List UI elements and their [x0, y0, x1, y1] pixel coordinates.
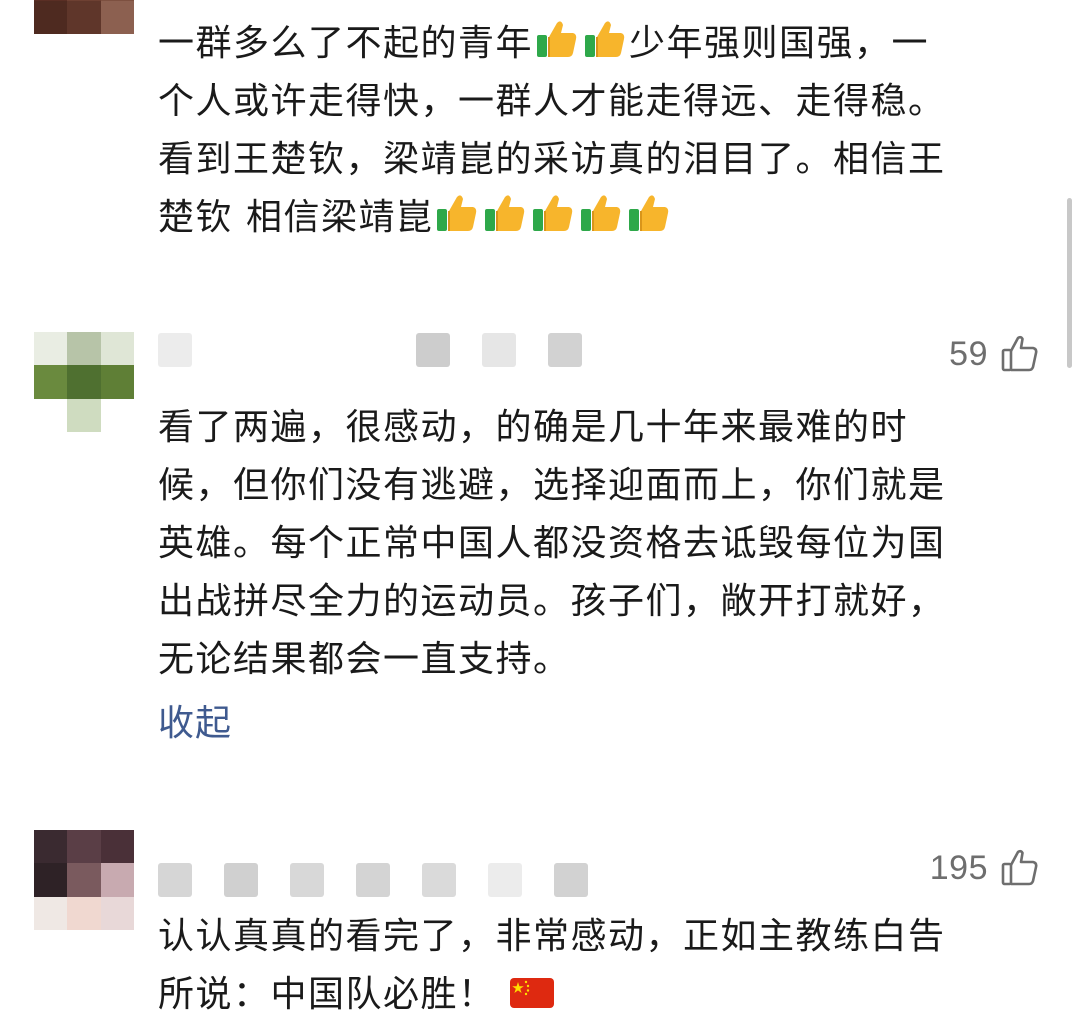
comment-line: 一群多么了不起的青年 少年强则国强，一	[158, 15, 1038, 73]
thumbs-up-emoji	[437, 195, 477, 231]
like-button[interactable]: 59	[949, 334, 1040, 374]
collapse-link[interactable]: 收起	[158, 694, 232, 746]
thumbs-up-emoji	[581, 195, 621, 231]
thumbs-up-emoji	[629, 195, 669, 231]
comment-line: 个人或许走得快，一群人才能走得远、走得稳。	[158, 81, 946, 122]
comment-line: 看到王楚钦，梁靖崑的采访真的泪目了。相信王	[158, 139, 946, 180]
comment-line: 所说：中国队必胜！	[158, 966, 1038, 1024]
username-blurred[interactable]	[158, 330, 582, 370]
comment-line: 英雄。每个正常中国人都没资格去诋毁每位为国	[158, 523, 946, 564]
like-button[interactable]: 195	[930, 848, 1040, 888]
thumbs-up-emoji	[537, 21, 577, 57]
thumbs-up-emoji	[533, 195, 573, 231]
like-count: 59	[949, 334, 988, 373]
comment-line: 候，但你们没有逃避，选择迎面而上，你们就是	[158, 465, 946, 506]
comment-line: 看了两遍，很感动，的确是几十年来最难的时	[158, 407, 909, 448]
thumbs-up-emoji	[485, 195, 525, 231]
avatar[interactable]	[34, 0, 134, 34]
comment-text: 看了两遍，很感动，的确是几十年来最难的时 候，但你们没有逃避，选择迎面而上，你们…	[158, 399, 1038, 689]
comment-text: 认认真真的看完了，非常感动，正如主教练白告 所说：中国队必胜！	[158, 908, 1038, 1024]
thumbs-up-outline-icon	[1001, 849, 1038, 886]
thumbs-up-outline-icon	[1001, 335, 1038, 372]
scrollbar[interactable]	[1067, 198, 1072, 368]
avatar[interactable]	[34, 830, 134, 930]
like-count: 195	[929, 848, 988, 887]
avatar[interactable]	[34, 332, 134, 432]
comment-line: 认认真真的看完了，非常感动，正如主教练白告	[158, 916, 946, 957]
comment-line: 无论结果都会一直支持。	[158, 639, 571, 680]
thumbs-up-emoji	[585, 21, 625, 57]
comment-text: 一群多么了不起的青年 少年强则国强，一 个人或许走得快，一群人才能走得远、走得稳。…	[158, 15, 1038, 247]
china-flag-emoji	[509, 978, 554, 1008]
username-blurred[interactable]	[158, 860, 588, 900]
comment-line: 出战拼尽全力的运动员。孩子们，敞开打就好，	[158, 581, 946, 622]
comment-line: 楚钦 相信梁靖崑	[158, 189, 1038, 247]
